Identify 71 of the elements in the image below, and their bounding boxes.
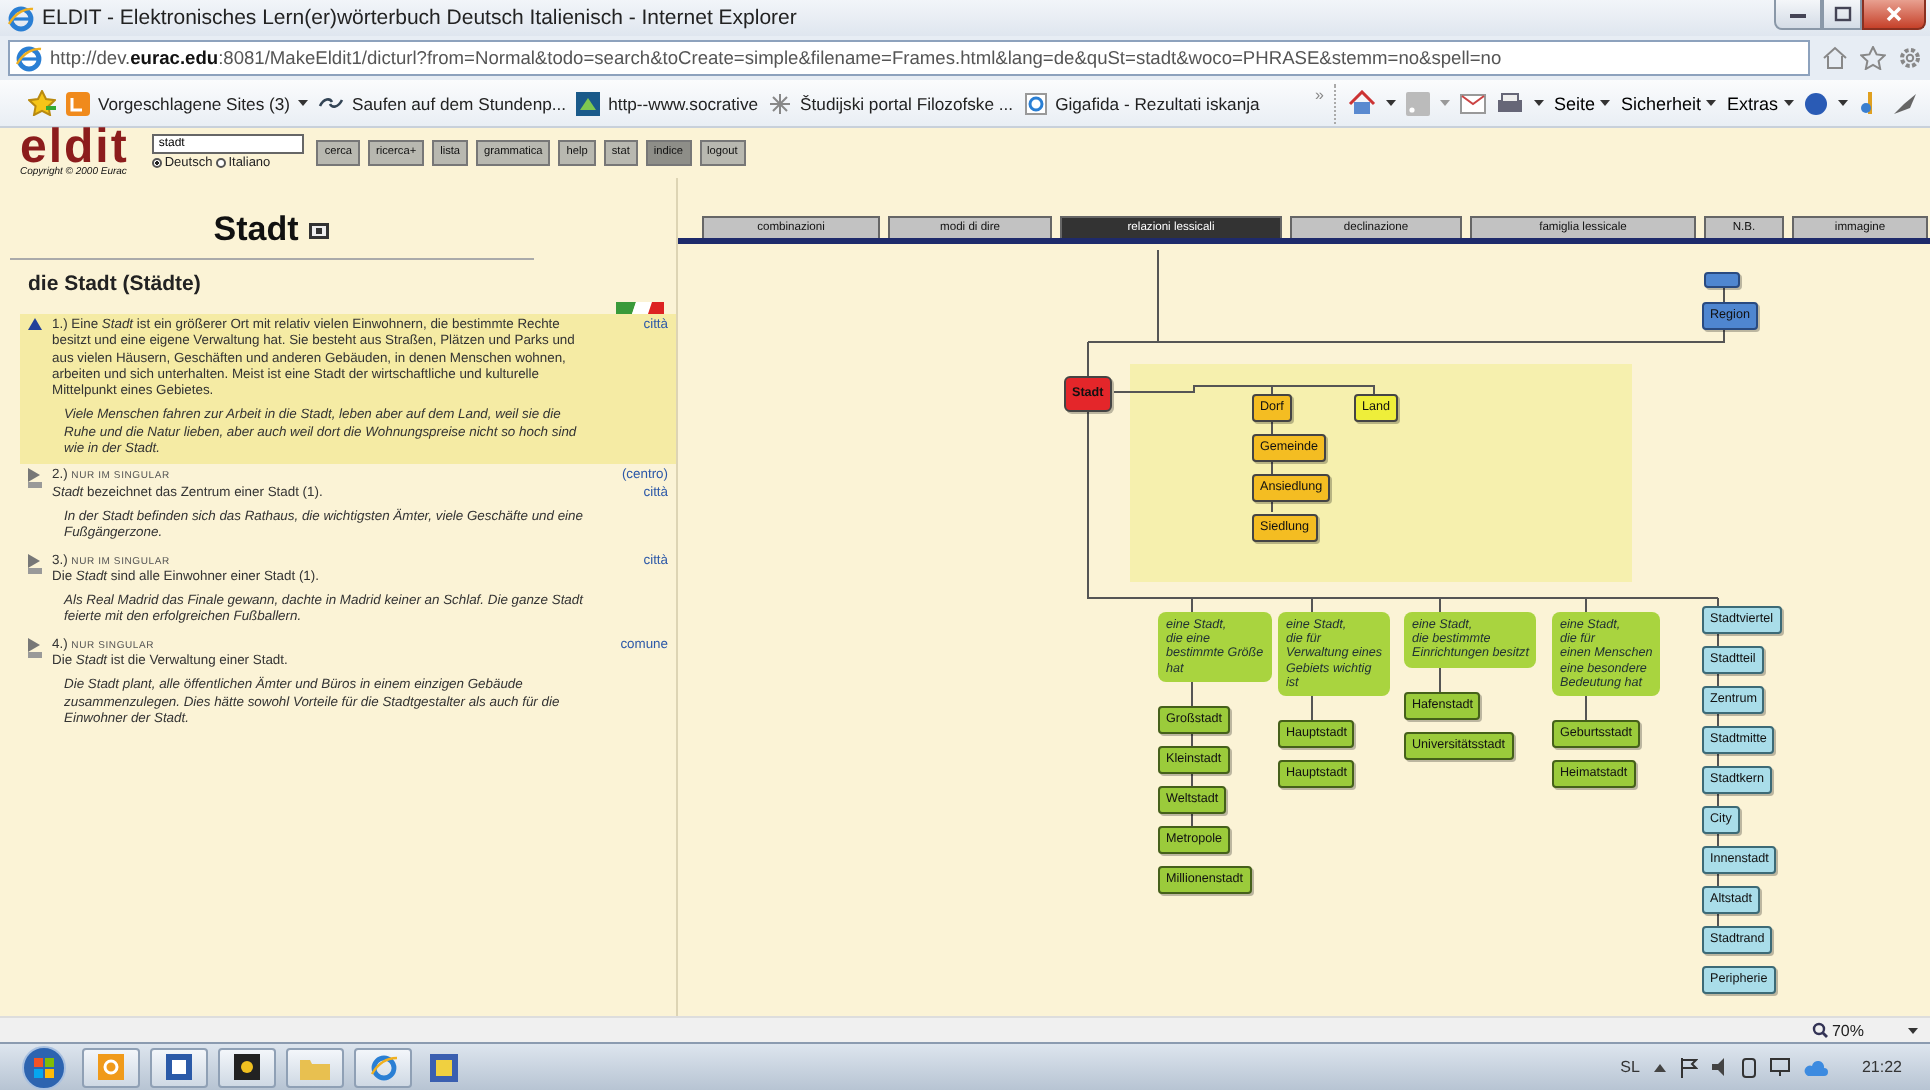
close-button[interactable] — [1862, 0, 1926, 30]
favorites-dropdown[interactable]: Vorgeschlagene Sites (3) — [66, 91, 309, 115]
partial-node[interactable] — [1704, 272, 1740, 288]
command-menu[interactable]: Seite — [1553, 93, 1611, 113]
link-icon — [318, 94, 345, 112]
device-icon[interactable] — [1741, 1057, 1756, 1077]
audio-icon[interactable] — [308, 221, 331, 239]
zoom-control[interactable]: 70% — [1811, 1021, 1864, 1039]
start-button[interactable] — [16, 1045, 72, 1089]
clock[interactable]: 21:22 — [1861, 1058, 1902, 1076]
triangle-up-icon — [27, 318, 41, 330]
favorite-link[interactable]: Saufen auf dem Stundenp... — [318, 93, 567, 113]
cloud-icon[interactable] — [1803, 1057, 1828, 1077]
window-title: ELDIT - Elektronisches Lern(er)wörterbuch Deutsch Italienisch - Internet Explorer — [42, 6, 799, 30]
browser-icon — [8, 5, 34, 31]
page-icon — [1023, 91, 1048, 115]
favorite-link[interactable]: Gigafida - Rezultati iskanja — [1023, 91, 1260, 115]
app-icon — [234, 1054, 260, 1080]
document-icon — [166, 1054, 192, 1080]
bookmark-icon — [66, 91, 90, 115]
caret-icon — [1706, 100, 1717, 106]
command-menu[interactable]: Sicherheit — [1620, 93, 1717, 113]
app-icon — [98, 1054, 124, 1080]
taskbar-button[interactable] — [218, 1047, 276, 1087]
maximize-button[interactable] — [1822, 0, 1862, 30]
caret-icon — [298, 100, 309, 106]
minimize-icon — [1790, 11, 1806, 17]
favorite-link[interactable]: http--www.socrative — [576, 91, 759, 115]
caret-icon — [1533, 100, 1544, 106]
triangle-right-icon — [28, 637, 40, 652]
headword: Stadt — [213, 210, 299, 250]
flag-icon[interactable] — [1679, 1057, 1698, 1077]
small-icon — [27, 651, 41, 658]
triangle-right-icon — [28, 553, 40, 568]
mail-icon[interactable] — [1459, 93, 1486, 113]
logo: eldit — [20, 128, 129, 166]
folder-icon — [300, 1055, 330, 1079]
caret-icon — [1600, 100, 1611, 106]
taskbar-button[interactable] — [150, 1047, 208, 1087]
triangle-right-icon — [28, 468, 40, 483]
home-icon[interactable] — [1347, 90, 1376, 116]
maximize-icon — [1833, 6, 1851, 22]
small-icon — [27, 482, 41, 489]
address-field[interactable]: http://dev.eurac.edu:8081/MakeEldit1/dicturl?from=Normal&todo=search&toCreate=simple&filename=Frames.html&lang=de&quSt=stadt&woco=PHRASE&stemm=no&spell=no — [8, 40, 1810, 76]
app-icon[interactable] — [430, 1053, 458, 1081]
browser-icon — [369, 1053, 397, 1081]
small-icon — [27, 567, 41, 574]
tile-icon — [576, 91, 601, 115]
home-icon[interactable] — [1822, 46, 1848, 70]
browser-icon — [16, 45, 42, 71]
help-icon[interactable] — [1804, 91, 1828, 115]
language-indicator[interactable]: SL — [1620, 1058, 1640, 1076]
network-icon[interactable] — [1769, 1058, 1790, 1076]
favorites-star-icon[interactable] — [1860, 46, 1886, 70]
caret-icon — [1385, 100, 1396, 106]
caret-icon — [1908, 1027, 1918, 1033]
settings-icon[interactable] — [1898, 46, 1922, 70]
caret-icon — [1838, 100, 1848, 106]
favorite-link[interactable]: Študijski portal Filozofske ... — [768, 91, 1014, 115]
close-icon — [1886, 6, 1902, 22]
zoom-icon — [1811, 1022, 1828, 1038]
lemma-heading: die Stadt (Städte) — [28, 272, 203, 298]
command-menu[interactable]: Extras — [1726, 93, 1794, 113]
minimize-button[interactable] — [1774, 0, 1822, 30]
print-icon[interactable] — [1495, 91, 1524, 115]
favorites-icon[interactable] — [28, 90, 56, 116]
flag-icon[interactable] — [616, 302, 664, 314]
chevron-up-icon[interactable] — [1653, 1063, 1666, 1071]
caret-icon — [1784, 100, 1794, 106]
caret-icon — [1439, 100, 1450, 106]
speaker-icon[interactable] — [1711, 1058, 1728, 1076]
